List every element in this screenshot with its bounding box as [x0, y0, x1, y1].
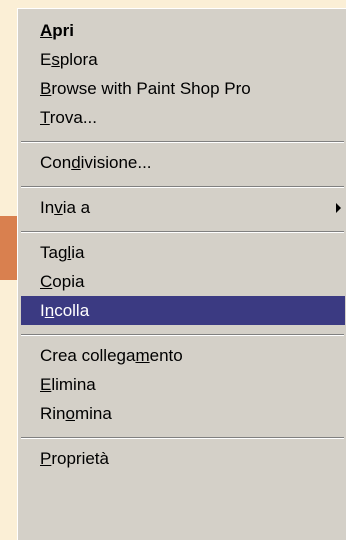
menu-item-label: ia a	[62, 198, 91, 217]
menu-item-label: rowse with Paint Shop Pro	[51, 79, 251, 98]
menu-item-accel: C	[40, 272, 53, 291]
menu-item-label: limina	[51, 375, 96, 394]
menu-item-label: Tag	[40, 243, 68, 262]
menu-item-accel: A	[40, 21, 53, 40]
menu-item-esplora[interactable]: Esplora	[21, 45, 345, 74]
menu-item-label: ia	[71, 243, 85, 262]
menu-separator	[21, 334, 344, 336]
menu-item-label: E	[40, 50, 52, 69]
menu-separator	[21, 186, 344, 188]
menu-item-label: In	[40, 198, 55, 217]
menu-separator	[21, 437, 344, 439]
menu-item-label: mina	[74, 404, 112, 423]
menu-item-label: plora	[59, 50, 98, 69]
menu-item-accel: P	[40, 449, 52, 468]
submenu-arrow-icon	[336, 203, 341, 213]
menu-item-browse-paint-shop-pro[interactable]: Browse with Paint Shop Pro	[21, 74, 345, 103]
menu-item-label: ivisione...	[80, 153, 152, 172]
menu-item-rinomina[interactable]: Rinomina	[21, 399, 345, 428]
menu-item-accel: m	[135, 346, 150, 365]
menu-item-accel: B	[40, 79, 52, 98]
menu-item-label: rova...	[49, 108, 98, 127]
menu-item-trova[interactable]: Trova...	[21, 103, 345, 132]
menu-item-label: Crea collega	[40, 346, 136, 365]
menu-separator	[21, 231, 344, 233]
context-menu: Apri Esplora Browse with Paint Shop Pro …	[17, 8, 346, 540]
menu-item-taglia[interactable]: Taglia	[21, 238, 345, 267]
menu-separator	[21, 141, 344, 143]
menu-item-copia[interactable]: Copia	[21, 267, 345, 296]
menu-item-label: Con	[40, 153, 72, 172]
menu-item-accel: T	[40, 108, 50, 127]
menu-item-accel: E	[40, 375, 52, 394]
menu-item-label: opia	[52, 272, 85, 291]
menu-item-apri[interactable]: Apri	[21, 16, 345, 45]
menu-item-elimina[interactable]: Elimina	[21, 370, 345, 399]
menu-item-label: colla	[54, 301, 90, 320]
menu-item-label: pri	[52, 21, 75, 40]
menu-item-accel: o	[65, 404, 75, 423]
menu-item-proprieta[interactable]: Proprietà	[21, 444, 345, 473]
menu-item-incolla[interactable]: Incolla	[21, 296, 345, 325]
menu-item-crea-collegamento[interactable]: Crea collegamento	[21, 341, 345, 370]
menu-item-label: Rin	[40, 404, 66, 423]
menu-item-invia-a[interactable]: Invia a	[21, 193, 345, 222]
menu-item-label: ento	[149, 346, 183, 365]
menu-item-condivisione[interactable]: Condivisione...	[21, 148, 345, 177]
menu-item-label: roprietà	[51, 449, 109, 468]
menu-item-accel: d	[71, 153, 81, 172]
menu-item-accel: n	[44, 301, 55, 320]
menu-item-accel: v	[54, 198, 63, 217]
menu-item-accel: s	[51, 50, 60, 69]
